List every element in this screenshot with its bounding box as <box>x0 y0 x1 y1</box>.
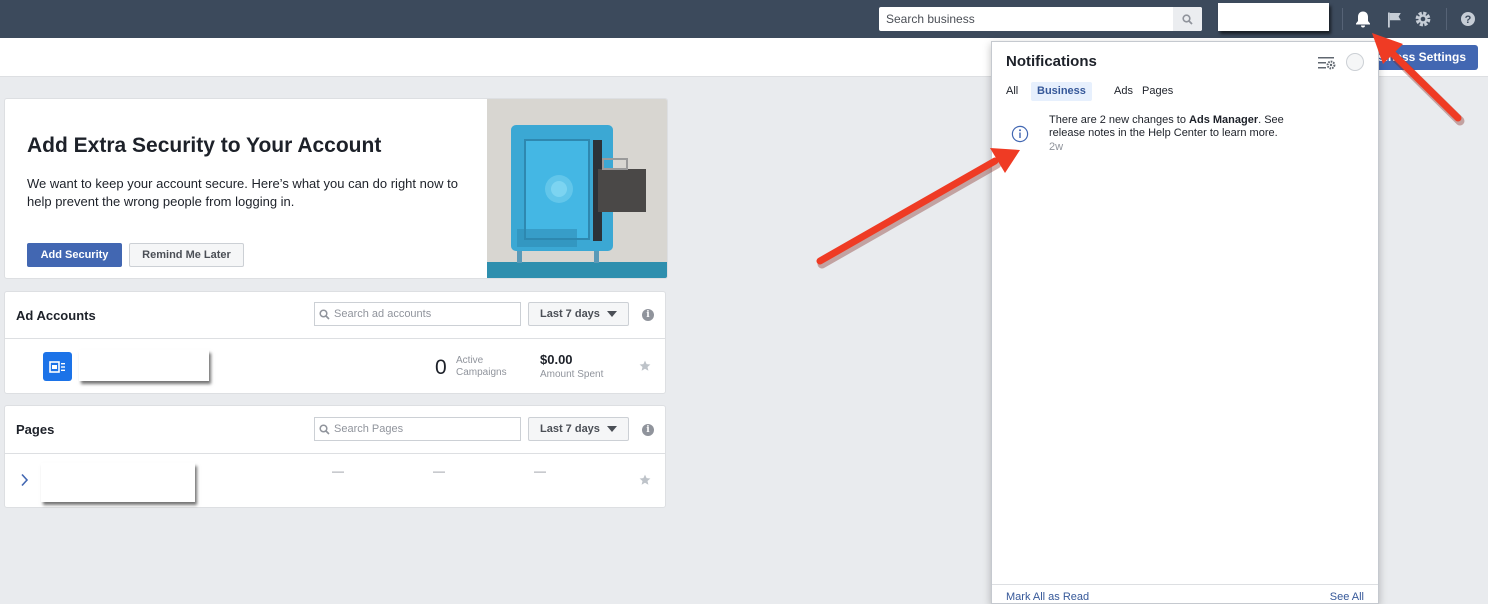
annotation-arrow-to-bell <box>1372 33 1465 126</box>
annotation-arrow-to-notification <box>816 148 1020 269</box>
annotation-arrows-overlay <box>816 33 1465 269</box>
